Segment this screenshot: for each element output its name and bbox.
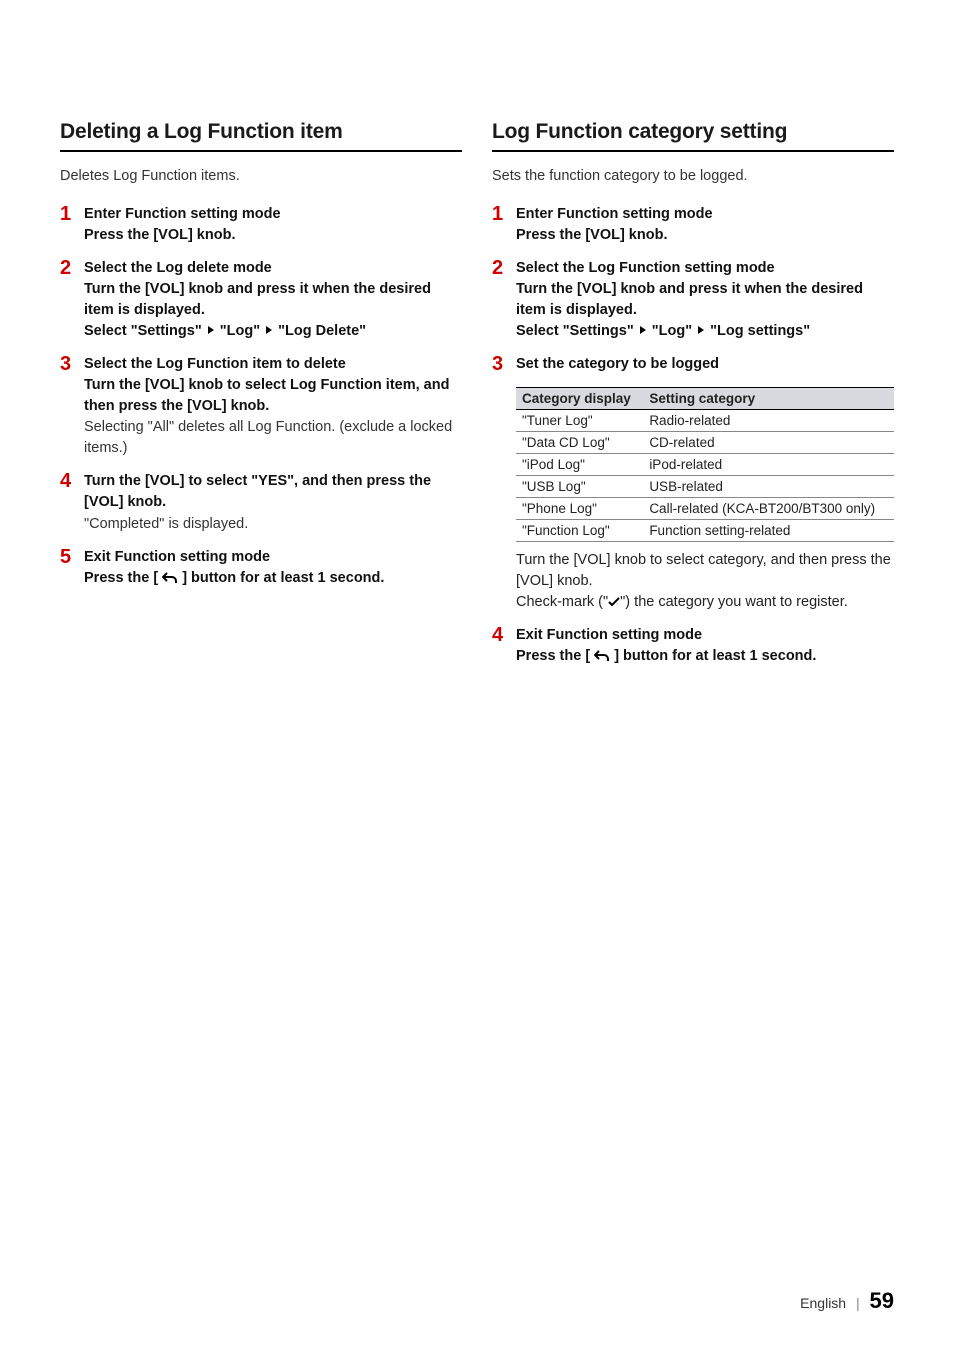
- category-table: Category display Setting category "Tuner…: [516, 387, 894, 542]
- step-number: 3: [60, 354, 78, 374]
- steps-left: 1 Enter Function setting modePress the [V…: [60, 204, 462, 588]
- table-row: "Phone Log"Call-related (KCA-BT200/BT300…: [516, 498, 894, 520]
- step-body: Enter Function setting modePress the [VO…: [516, 204, 894, 246]
- back-icon: [162, 570, 178, 586]
- arrow-icon: [638, 323, 648, 339]
- section-title-left: Deleting a Log Function item: [60, 120, 462, 152]
- step-body: Set the category to be logged: [516, 354, 894, 375]
- arrow-icon: [264, 323, 274, 339]
- page-content: Deleting a Log Function item Deletes Log…: [0, 0, 954, 719]
- step-body: Select the Log delete modeTurn the [VOL]…: [84, 258, 462, 342]
- step: 4 Exit Function setting modePress the [ ]…: [492, 625, 894, 667]
- table-row: "iPod Log"iPod-related: [516, 454, 894, 476]
- step-body: Enter Function setting modePress the [VO…: [84, 204, 462, 246]
- table-header-setting-category: Setting category: [643, 388, 894, 410]
- step: 4 Turn the [VOL] to select "YES", and the…: [60, 471, 462, 534]
- step-number: 5: [60, 547, 78, 567]
- table-cell: "Phone Log": [516, 498, 643, 520]
- section-title-right: Log Function category setting: [492, 120, 894, 152]
- table-cell: "iPod Log": [516, 454, 643, 476]
- steps-right-1-3: 1 Enter Function setting modePress the [V…: [492, 204, 894, 375]
- step-number: 1: [492, 204, 510, 224]
- step: 3 Select the Log Function item to deleteT…: [60, 354, 462, 459]
- step: 2 Select the Log delete modeTurn the [VOL…: [60, 258, 462, 342]
- back-icon: [594, 648, 610, 664]
- intro-right: Sets the function category to be logged.: [492, 166, 894, 186]
- footer-separator: |: [856, 1295, 860, 1311]
- after-table-text: Turn the [VOL] knob to select category, …: [516, 550, 894, 613]
- table-body: "Tuner Log"Radio-related"Data CD Log"CD-…: [516, 410, 894, 542]
- table-cell: Radio-related: [643, 410, 894, 432]
- footer-language: English: [800, 1295, 846, 1311]
- step: 1 Enter Function setting modePress the [V…: [492, 204, 894, 246]
- table-cell: "USB Log": [516, 476, 643, 498]
- table-cell: iPod-related: [643, 454, 894, 476]
- arrow-icon: [206, 323, 216, 339]
- step-body: Select the Log Function setting modeTurn…: [516, 258, 894, 342]
- table-cell: Function setting-related: [643, 520, 894, 542]
- step-body: Exit Function setting modePress the [ ] …: [84, 547, 462, 589]
- table-header-category-display: Category display: [516, 388, 643, 410]
- step-number: 2: [60, 258, 78, 278]
- table-cell: USB-related: [643, 476, 894, 498]
- step: 5 Exit Function setting modePress the [ ]…: [60, 547, 462, 589]
- page-footer: English | 59: [800, 1288, 894, 1314]
- step-number: 4: [60, 471, 78, 491]
- left-column: Deleting a Log Function item Deletes Log…: [60, 120, 462, 679]
- step-number: 4: [492, 625, 510, 645]
- step-body: Turn the [VOL] to select "YES", and then…: [84, 471, 462, 534]
- footer-page-number: 59: [870, 1288, 894, 1313]
- step-body: Select the Log Function item to deleteTu…: [84, 354, 462, 459]
- table-row: "Tuner Log"Radio-related: [516, 410, 894, 432]
- table-cell: "Tuner Log": [516, 410, 643, 432]
- table-header-row: Category display Setting category: [516, 388, 894, 410]
- check-icon: [608, 594, 620, 610]
- step: 3 Set the category to be logged: [492, 354, 894, 375]
- intro-left: Deletes Log Function items.: [60, 166, 462, 186]
- right-column: Log Function category setting Sets the f…: [492, 120, 894, 679]
- step-4-right: 4 Exit Function setting modePress the [ ]…: [492, 625, 894, 667]
- table-row: "Data CD Log"CD-related: [516, 432, 894, 454]
- step: 1 Enter Function setting modePress the [V…: [60, 204, 462, 246]
- step: 2 Select the Log Function setting modeTur…: [492, 258, 894, 342]
- step-body: Exit Function setting modePress the [ ] …: [516, 625, 894, 667]
- table-row: "USB Log"USB-related: [516, 476, 894, 498]
- step-number: 2: [492, 258, 510, 278]
- table-cell: CD-related: [643, 432, 894, 454]
- step-number: 1: [60, 204, 78, 224]
- arrow-icon: [696, 323, 706, 339]
- table-cell: Call-related (KCA-BT200/BT300 only): [643, 498, 894, 520]
- table-cell: "Data CD Log": [516, 432, 643, 454]
- table-row: "Function Log"Function setting-related: [516, 520, 894, 542]
- step-number: 3: [492, 354, 510, 374]
- table-cell: "Function Log": [516, 520, 643, 542]
